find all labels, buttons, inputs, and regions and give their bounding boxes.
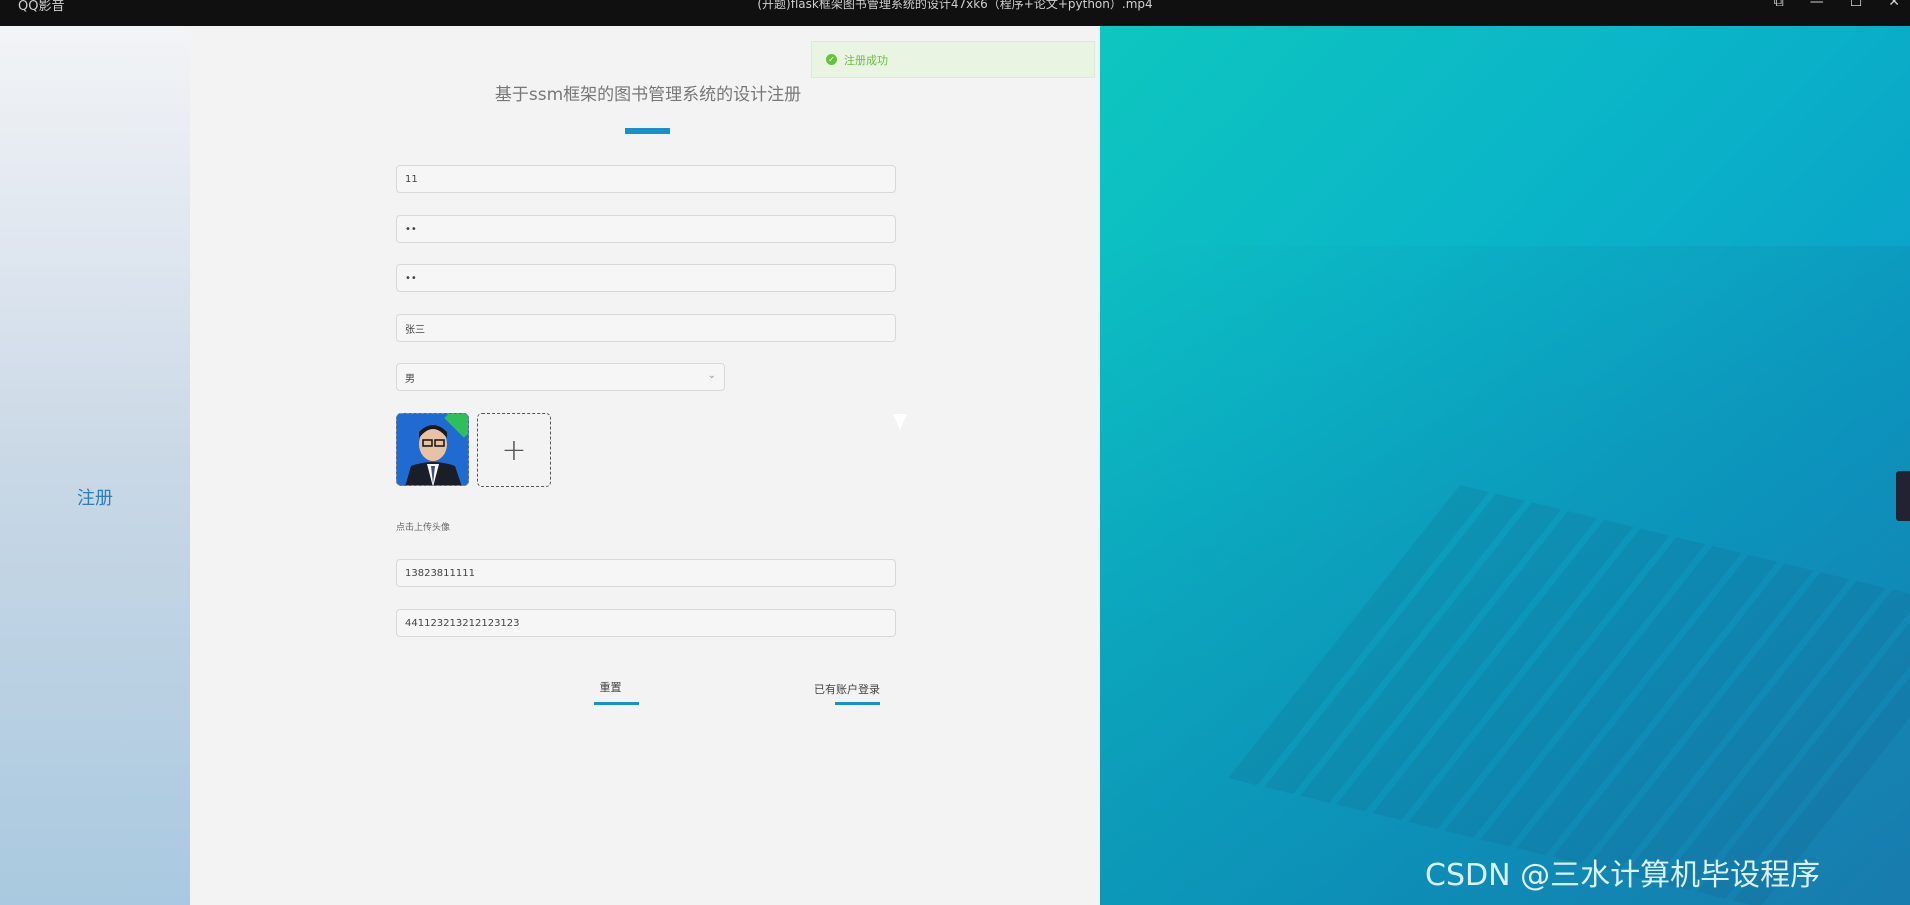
register-form: 基于ssm框架的图书管理系统的设计注册 11 •• •• 张三 男 ⌄ + 点击… xyxy=(190,26,1100,905)
minimize-icon[interactable]: — xyxy=(1810,0,1824,10)
success-toast: ✓ 注册成功 xyxy=(811,41,1095,78)
video-title: (开题)flask框架图书管理系统的设计47xk6（程序+论文+python）.… xyxy=(757,0,1153,11)
avatar-upload-button[interactable]: + xyxy=(477,413,551,487)
page-title: 基于ssm框架的图书管理系统的设计注册 xyxy=(494,85,802,105)
reset-underline xyxy=(594,702,639,705)
watermark: CSDN @三水计算机毕设程序 xyxy=(1425,858,1821,893)
upload-hint: 点击上传头像 xyxy=(396,523,451,533)
phone-input[interactable]: 13823811111 xyxy=(396,559,896,587)
password-input[interactable]: •• xyxy=(396,215,896,243)
plus-icon: + xyxy=(501,432,527,468)
name-input[interactable]: 张三 xyxy=(396,314,896,342)
mouse-cursor-icon xyxy=(893,414,907,430)
title-accent-bar xyxy=(625,128,670,134)
login-underline xyxy=(835,702,880,705)
pin-icon[interactable]: ⧉ xyxy=(1774,0,1784,10)
avatar-preview[interactable] xyxy=(396,413,469,486)
check-circle-icon: ✓ xyxy=(826,54,837,65)
close-icon[interactable]: ✕ xyxy=(1888,0,1900,10)
maximize-icon[interactable]: ☐ xyxy=(1850,0,1863,10)
left-sidebar: 注册 xyxy=(0,26,190,905)
video-player-titlebar: QQ影音 (开题)flask框架图书管理系统的设计47xk6（程序+论文+pyt… xyxy=(0,0,1910,26)
account-input[interactable]: 11 xyxy=(396,165,896,193)
id-number-input[interactable]: 441123213212123123 xyxy=(396,609,896,637)
gender-select[interactable]: 男 ⌄ xyxy=(396,363,725,391)
background-image-panel xyxy=(1100,26,1910,905)
login-link[interactable]: 已有账户登录 xyxy=(812,681,882,697)
sidebar-register-title: 注册 xyxy=(77,488,113,509)
confirm-password-input[interactable]: •• xyxy=(396,264,896,292)
chevron-down-icon: ⌄ xyxy=(707,370,716,381)
reset-button[interactable]: 重置 xyxy=(588,679,633,695)
window-controls: ⧉ — ☐ ✕ xyxy=(1774,0,1900,10)
gender-select-value: 男 xyxy=(405,373,415,385)
side-collapse-handle[interactable] xyxy=(1896,471,1910,521)
toast-message: 注册成功 xyxy=(844,53,888,67)
